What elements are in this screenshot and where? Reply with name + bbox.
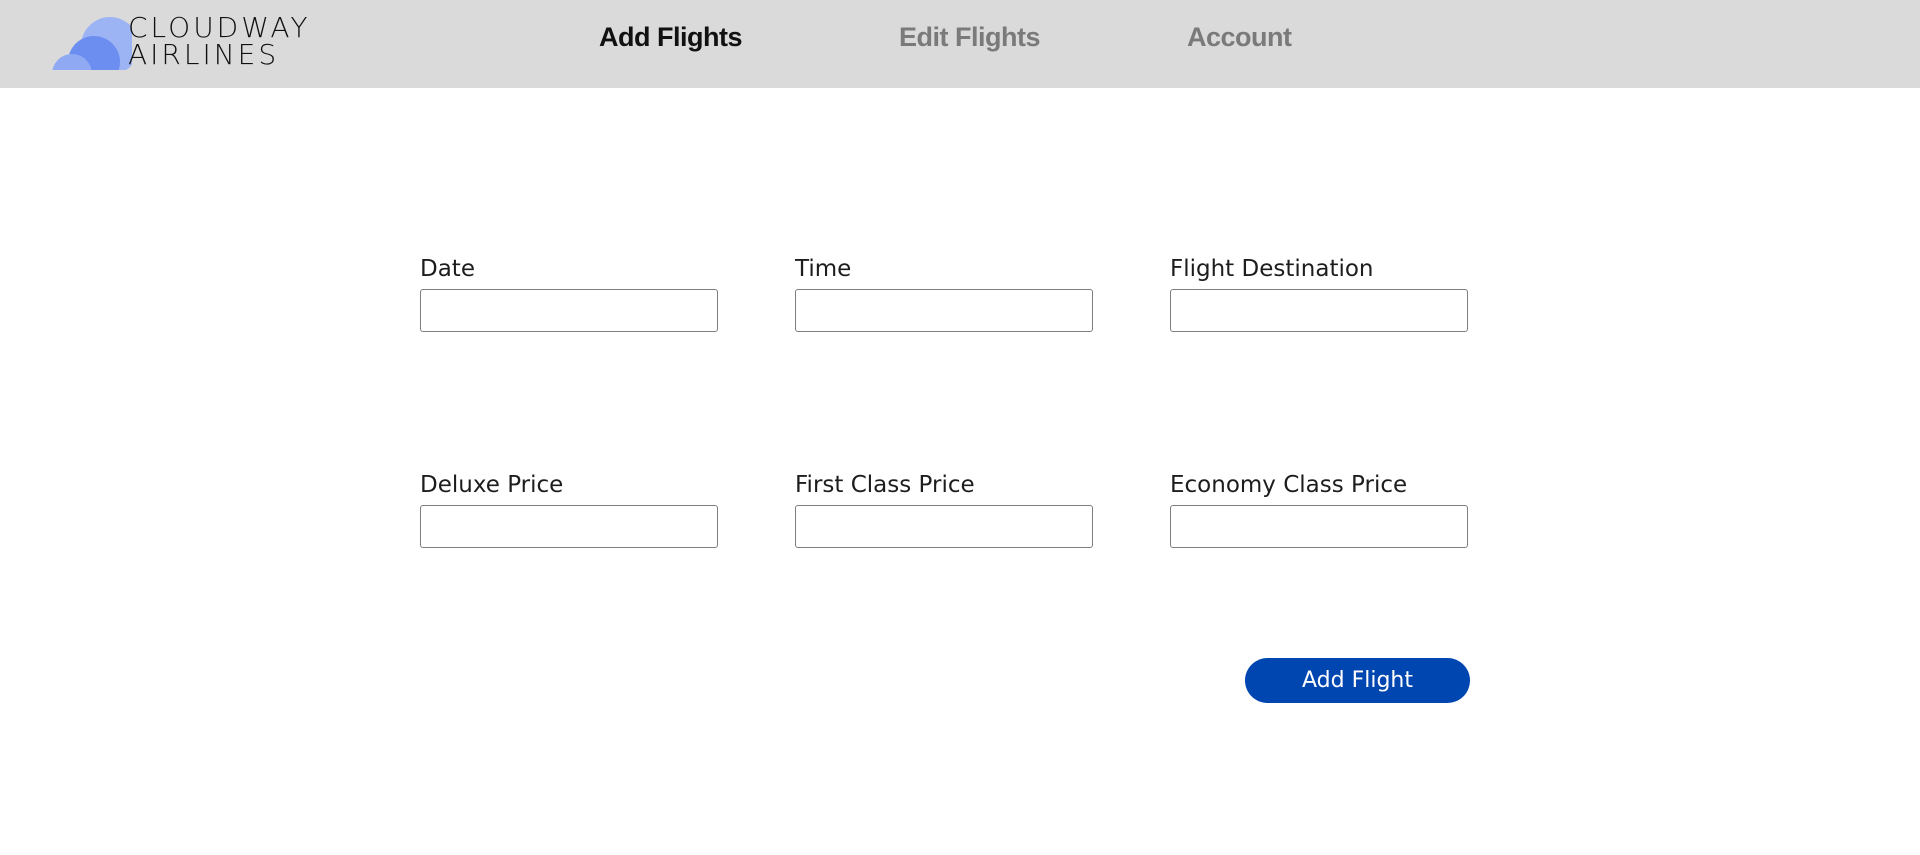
- brand-name-line1: CLOUDWAY: [128, 11, 311, 44]
- cloud-icon: [52, 17, 132, 74]
- deluxe-price-label: Deluxe Price: [420, 472, 564, 498]
- brand-logo[interactable]: CLOUDWAY AIRLINES: [52, 14, 352, 74]
- flight-destination-label: Flight Destination: [1170, 256, 1374, 282]
- first-class-price-label: First Class Price: [795, 472, 975, 498]
- nav-add-flights[interactable]: Add Flights: [599, 22, 742, 53]
- flight-destination-input[interactable]: [1170, 289, 1468, 332]
- nav-account[interactable]: Account: [1187, 22, 1292, 53]
- first-class-price-input[interactable]: [795, 505, 1093, 548]
- top-navigation-bar: CLOUDWAY AIRLINES Add Flights Edit Fligh…: [0, 0, 1920, 88]
- brand-name: CLOUDWAY AIRLINES: [128, 11, 311, 71]
- deluxe-price-input[interactable]: [420, 505, 718, 548]
- brand-name-line2: AIRLINES: [128, 38, 280, 71]
- add-flight-button[interactable]: Add Flight: [1245, 658, 1470, 703]
- date-label: Date: [420, 256, 475, 282]
- time-input[interactable]: [795, 289, 1093, 332]
- economy-class-price-input[interactable]: [1170, 505, 1468, 548]
- nav-edit-flights[interactable]: Edit Flights: [899, 22, 1040, 53]
- economy-class-price-label: Economy Class Price: [1170, 472, 1408, 498]
- date-input[interactable]: [420, 289, 718, 332]
- time-label: Time: [795, 256, 852, 282]
